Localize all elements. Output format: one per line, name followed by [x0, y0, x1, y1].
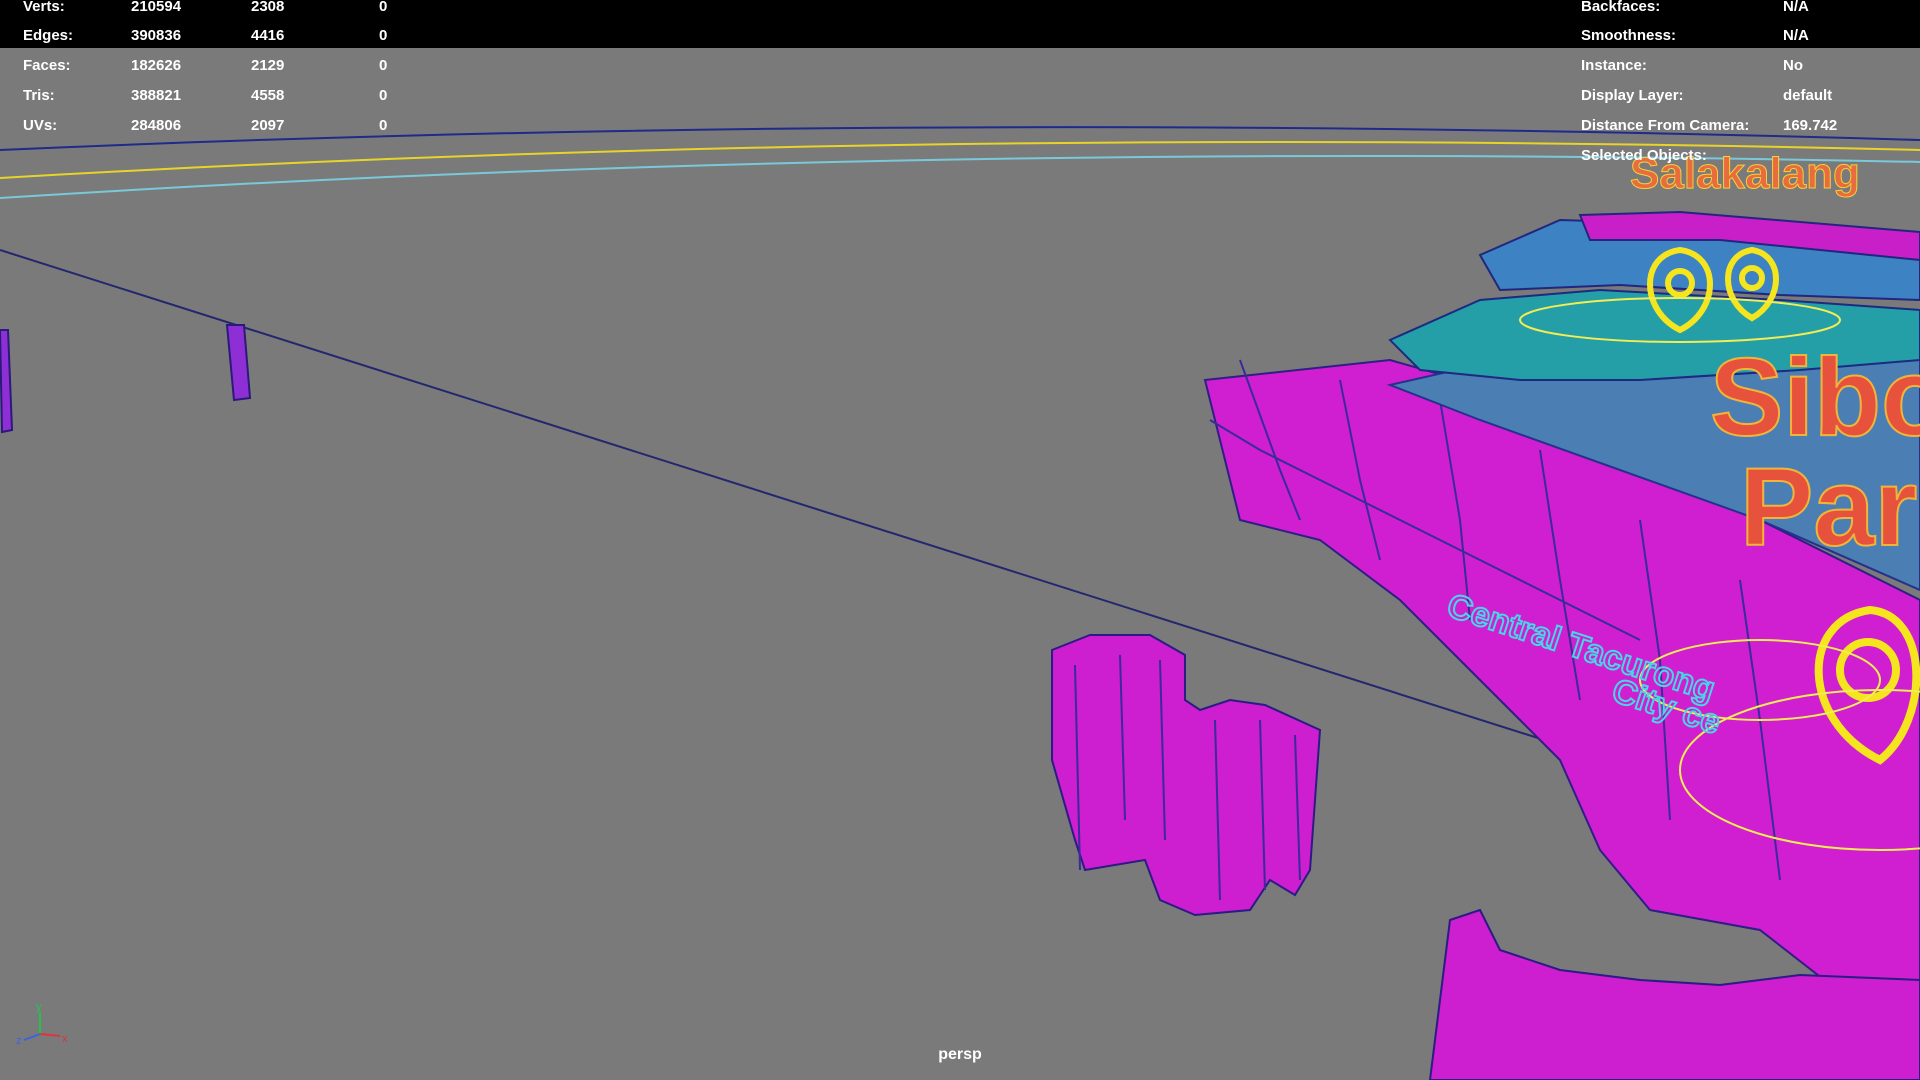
- hud-extra-uvs: 0: [379, 117, 388, 134]
- pillar-far-left: [0, 329, 14, 434]
- hud-row-backfaces: Backfaces: N/A: [1581, 0, 1911, 18]
- camera-name: persp: [938, 1046, 982, 1063]
- hud-label-faces: Faces:: [23, 57, 71, 74]
- hud-row-edges: Edges: 390836 4416 0: [23, 25, 443, 47]
- axis-gizmo: y z x: [16, 1001, 68, 1047]
- hud-label-smoothness: Smoothness:: [1581, 27, 1677, 44]
- building-cluster-mesh[interactable]: [1051, 634, 1322, 917]
- hud-value-smoothness: N/A: [1783, 27, 1809, 44]
- hud-total-edges: 390836: [131, 27, 182, 44]
- hud-label-edges: Edges:: [23, 27, 74, 44]
- hud-total-tris: 388821: [131, 87, 182, 104]
- hud-extra-verts: 0: [379, 0, 388, 15]
- hud-row-selected-objects: Selected Objects:: [1581, 145, 1911, 167]
- label-town-large-1: Sibo: [1710, 336, 1920, 459]
- hud-label-verts: Verts:: [23, 0, 65, 15]
- hud-label-display-layer: Display Layer:: [1581, 87, 1684, 104]
- hud-total-verts: 210594: [131, 0, 182, 15]
- hud-label-tris: Tris:: [23, 87, 55, 104]
- hud-label-backfaces: Backfaces:: [1581, 0, 1661, 15]
- hud-total-uvs: 284806: [131, 117, 182, 134]
- maya-perspective-viewport[interactable]: Salakalang Sibo Par Central Tacurong Cit…: [0, 0, 1920, 1080]
- hud-total-faces: 182626: [131, 57, 182, 74]
- hud-selected-tris: 4558: [251, 87, 285, 104]
- hud-label-instance: Instance:: [1581, 57, 1647, 74]
- hud-value-backfaces: N/A: [1783, 0, 1809, 15]
- hud-selected-verts: 2308: [251, 0, 285, 15]
- hud-label-distance: Distance From Camera:: [1581, 117, 1750, 134]
- label-town-large-2: Par: [1740, 446, 1917, 569]
- hud-selected-faces: 2129: [251, 57, 285, 74]
- hud-label-uvs: UVs:: [23, 117, 58, 134]
- hud-row-faces: Faces: 182626 2129 0: [23, 55, 443, 77]
- axis-y-label: y: [36, 1001, 42, 1013]
- hud-value-display-layer: default: [1783, 87, 1833, 104]
- hud-row-smoothness: Smoothness: N/A: [1581, 25, 1911, 47]
- hud-row-display-layer: Display Layer: default: [1581, 85, 1911, 107]
- hud-selected-uvs: 2097: [251, 117, 285, 134]
- hud-row-tris: Tris: 388821 4558 0: [23, 85, 443, 107]
- hud-label-selected-objects: Selected Objects:: [1581, 147, 1707, 164]
- hud-value-distance: 169.742: [1783, 117, 1838, 134]
- hud-row-instance: Instance: No: [1581, 55, 1911, 77]
- axis-x-label: x: [62, 1033, 68, 1045]
- pillar-left: [225, 324, 252, 402]
- hud-row-distance: Distance From Camera: 169.742: [1581, 115, 1911, 137]
- hud-extra-tris: 0: [379, 87, 388, 104]
- hud-value-instance: No: [1783, 57, 1803, 74]
- hud-extra-edges: 0: [379, 27, 388, 44]
- hud-extra-faces: 0: [379, 57, 388, 74]
- hud-selected-edges: 4416: [251, 27, 285, 44]
- hud-row-verts: Verts: 210594 2308 0: [23, 0, 443, 18]
- hud-row-uvs: UVs: 284806 2097 0: [23, 115, 443, 137]
